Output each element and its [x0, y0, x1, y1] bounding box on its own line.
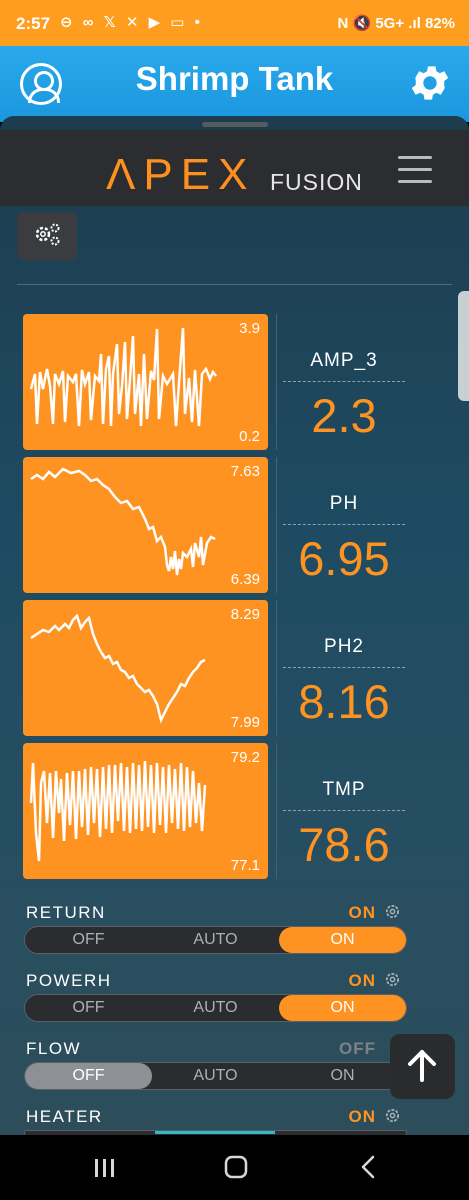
probe-rule — [283, 381, 405, 382]
outlet-name: RETURN — [26, 903, 106, 922]
probe-rule — [283, 524, 405, 525]
probe-graph[interactable]: 7.63 6.39 — [23, 457, 268, 593]
probe-value: 78.6 — [298, 818, 390, 871]
row-separator — [276, 600, 277, 736]
graph-min-label: 7.99 — [230, 714, 260, 731]
app-header: Shrimp Tank — [0, 46, 469, 122]
outlet-gear-icon[interactable] — [384, 1107, 401, 1124]
probe-name: PH2 — [324, 636, 364, 657]
toggle-auto[interactable]: AUTO — [152, 995, 279, 1021]
probe-rule — [283, 810, 405, 811]
outlet-name: HEATER — [26, 1107, 103, 1126]
scroll-to-top-button[interactable] — [390, 1034, 455, 1099]
row-separator — [276, 314, 277, 450]
outlet-mode-toggle[interactable]: OFF AUTO ON — [24, 926, 407, 954]
outlet-mode-toggle[interactable]: OFF AUTO ON — [24, 994, 407, 1022]
drag-handle[interactable] — [202, 122, 268, 127]
probe-value: 2.3 — [311, 389, 377, 442]
toggle-auto-selected — [155, 1131, 275, 1134]
probe-name: PH — [329, 493, 359, 514]
hamburger-menu-icon[interactable] — [398, 156, 432, 184]
probe-name: TMP — [322, 779, 366, 800]
gears-icon — [35, 223, 60, 246]
outlet-mode-toggle[interactable]: OFF AUTO ON — [24, 1062, 407, 1090]
outlet-name: POWERH — [26, 971, 112, 990]
probe-value: 8.16 — [298, 675, 390, 728]
graph-max-label: 7.63 — [230, 463, 260, 480]
toggle-on[interactable]: ON — [279, 927, 406, 953]
graph-max-label: 3.9 — [239, 320, 260, 337]
page-title: Shrimp Tank — [135, 60, 334, 97]
toggle-off[interactable]: OFF — [25, 995, 152, 1021]
outlet-state: ON — [348, 1107, 376, 1126]
divider — [17, 284, 452, 285]
outlet-name: FLOW — [26, 1039, 82, 1058]
graph-max-label: 8.29 — [230, 606, 260, 623]
system-nav-bar — [0, 1135, 469, 1200]
dashboard-settings-button[interactable] — [17, 212, 77, 260]
apex-toolbar: ΛPEX FUSION — [0, 130, 469, 206]
status-bar: 2:57 ⊖ ∞ 𝕏 ✕ ▶ ▭ • N 🔇 5G+ .ıl 82% — [0, 0, 469, 46]
recents-icon[interactable] — [95, 1159, 114, 1177]
row-separator — [276, 743, 277, 879]
probe-graph[interactable]: 3.9 0.2 — [23, 314, 268, 450]
graph-min-label: 77.1 — [230, 857, 260, 874]
notification-icons: ⊖ ∞ 𝕏 ✕ ▶ ▭ • — [60, 14, 203, 31]
toggle-off[interactable]: OFF — [25, 927, 152, 953]
probe-graph[interactable]: 8.29 7.99 — [23, 600, 268, 736]
arrow-up-icon — [408, 1050, 436, 1082]
sparkline — [29, 327, 217, 427]
row-separator — [276, 457, 277, 593]
graph-max-label: 79.2 — [230, 749, 260, 766]
battery-percent: 82% — [424, 15, 455, 32]
probe-rule — [283, 667, 405, 668]
toggle-auto[interactable]: AUTO — [152, 1063, 279, 1089]
scrollbar-thumb[interactable] — [458, 291, 469, 401]
probe-graph[interactable]: 79.2 77.1 — [23, 743, 268, 879]
status-time: 2:57 — [16, 14, 51, 33]
toggle-on[interactable]: ON — [279, 1063, 406, 1089]
toggle-auto[interactable]: AUTO — [152, 927, 279, 953]
outlet-gear-icon[interactable] — [384, 971, 401, 988]
status-right: N 🔇 5G+ .ıl 82% — [338, 14, 456, 32]
probe-value: 6.95 — [298, 532, 390, 585]
outlet-gear-icon[interactable] — [384, 903, 401, 920]
toggle-on[interactable]: ON — [279, 995, 406, 1021]
gear-icon[interactable] — [407, 60, 453, 106]
home-icon[interactable] — [224, 1155, 248, 1179]
toggle-off[interactable]: OFF — [25, 1063, 152, 1089]
apex-logo: ΛPEX — [106, 150, 256, 199]
apex-logo-sub: FUSION — [270, 169, 363, 195]
outlet-state: OFF — [339, 1039, 376, 1058]
outlet-state: ON — [348, 903, 376, 922]
graph-min-label: 6.39 — [230, 571, 260, 588]
graph-min-label: 0.2 — [239, 428, 260, 445]
system-icons: N 🔇 5G+ .ıl — [337, 15, 421, 32]
outlet-state: ON — [348, 971, 376, 990]
probe-name: AMP_3 — [310, 350, 378, 371]
back-icon[interactable] — [361, 1155, 375, 1179]
